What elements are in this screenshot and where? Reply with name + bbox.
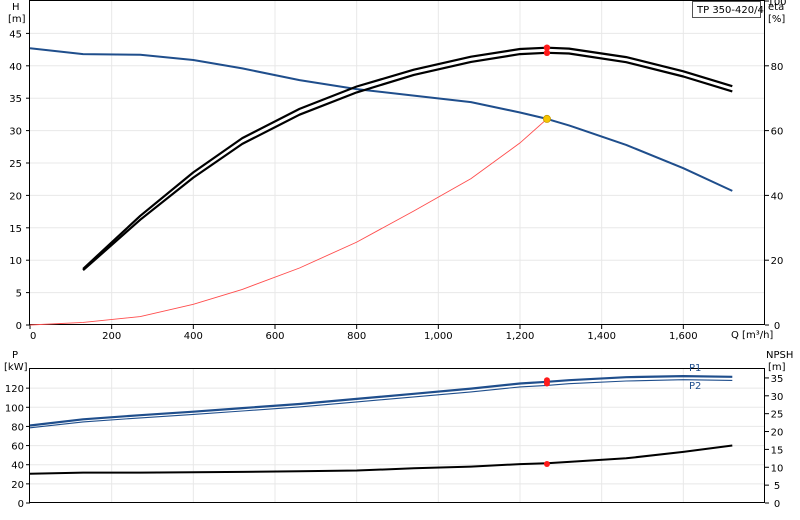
curve-h (29, 47, 733, 192)
x-tick-label: 1,000 (424, 331, 453, 342)
head-efficiency-panel: 0 200 400 600 800 1,000 1,200 1,400 1,6000510152… (8, 0, 787, 342)
y-right-tick-label: 0 (774, 499, 780, 510)
y-left-tick-label: 0 (18, 499, 24, 510)
bottom-ticks: 0 20 40 60 80 100 120 0 5 10 15 20 25 30 35 (5, 374, 783, 510)
p2-marker (543, 380, 550, 387)
duty-point-marker (542, 114, 551, 123)
bottom-markers (543, 377, 550, 468)
eta-lower-marker (543, 49, 551, 57)
x-tick-label: 0 (30, 331, 36, 342)
npsh-marker (543, 461, 550, 468)
y-right-tick-label: 25 (771, 410, 784, 421)
y-left-tick-label: 45 (9, 29, 22, 40)
series-label-p2: P2 (689, 381, 701, 392)
y-left-tick-label: 0 (16, 321, 22, 332)
y-axis-label-p: P [kW] (4, 350, 28, 373)
curve-eta_lower (82, 51, 733, 272)
y-left-tick-label: 5 (16, 289, 22, 300)
y-left-tick-label: 20 (9, 191, 22, 202)
curve-p2 (29, 379, 733, 429)
y-right-tick-label: 35 (771, 374, 784, 385)
y-left-tick-label: 20 (11, 480, 24, 491)
y-axis-label-eta: eta [%] (768, 2, 787, 25)
x-tick-label: 1,600 (669, 331, 698, 342)
y-right-tick-label: 0 (774, 321, 780, 332)
series-label-p1: P1 (689, 363, 701, 374)
y-left-tick-label: 35 (9, 94, 22, 105)
y-left-tick-label: 40 (11, 461, 24, 472)
y-left-tick-label: 10 (9, 256, 22, 267)
y-right-tick-label: 15 (771, 445, 784, 456)
bottom-series (29, 375, 733, 475)
y-left-tick-label: 30 (9, 127, 22, 138)
y-right-tick-label: 5 (774, 481, 780, 492)
y-right-tick-label: 40 (771, 191, 784, 202)
y-axis-label-npsh: NPSH [m] (766, 350, 797, 373)
y-left-tick-label: 120 (5, 384, 24, 395)
y-right-tick-label: 10 (771, 463, 784, 474)
y-left-tick-label: 40 (9, 62, 22, 73)
y-left-tick-label: 15 (9, 224, 22, 235)
y-right-tick-label: 20 (771, 428, 784, 439)
pump-performance-chart: 0 200 400 600 800 1,000 1,200 1,400 1,6000510152… (4, 0, 797, 510)
y-axis-label-h: H [m] (8, 2, 26, 25)
curve-npsh (29, 444, 733, 475)
x-tick-label: 200 (102, 331, 121, 342)
x-tick-label: 400 (184, 331, 203, 342)
x-tick-label: 1,200 (506, 331, 535, 342)
y-right-tick-label: 20 (771, 256, 784, 267)
x-tick-label: 800 (347, 331, 366, 342)
bottom-grid (30, 369, 765, 503)
x-axis-label-q: Q [m³/h] (731, 330, 773, 341)
power-npsh-panel: 0 20 40 60 80 100 120 0 5 10 15 20 25 30 35 P [kW] NPS… (4, 350, 797, 510)
y-right-tick-label: 80 (771, 62, 784, 73)
x-tick-label: 600 (265, 331, 284, 342)
top-grid (30, 1, 765, 325)
curve-eta_upper (82, 46, 733, 270)
top-ticks: 0 200 400 600 800 1,000 1,200 1,400 1,6000510152… (9, 0, 786, 342)
y-left-tick-label: 25 (9, 159, 22, 170)
y-right-tick-label: 30 (771, 392, 784, 403)
y-left-tick-label: 60 (11, 442, 24, 453)
y-left-tick-label: 100 (5, 403, 24, 414)
top-markers (542, 44, 551, 123)
y-right-tick-label: 60 (771, 127, 784, 138)
chart-title: TP 350-420/4 (696, 5, 764, 16)
x-tick-label: 1,400 (587, 331, 616, 342)
top-series (29, 46, 733, 326)
curve-system (29, 118, 548, 326)
y-left-tick-label: 80 (11, 422, 24, 433)
